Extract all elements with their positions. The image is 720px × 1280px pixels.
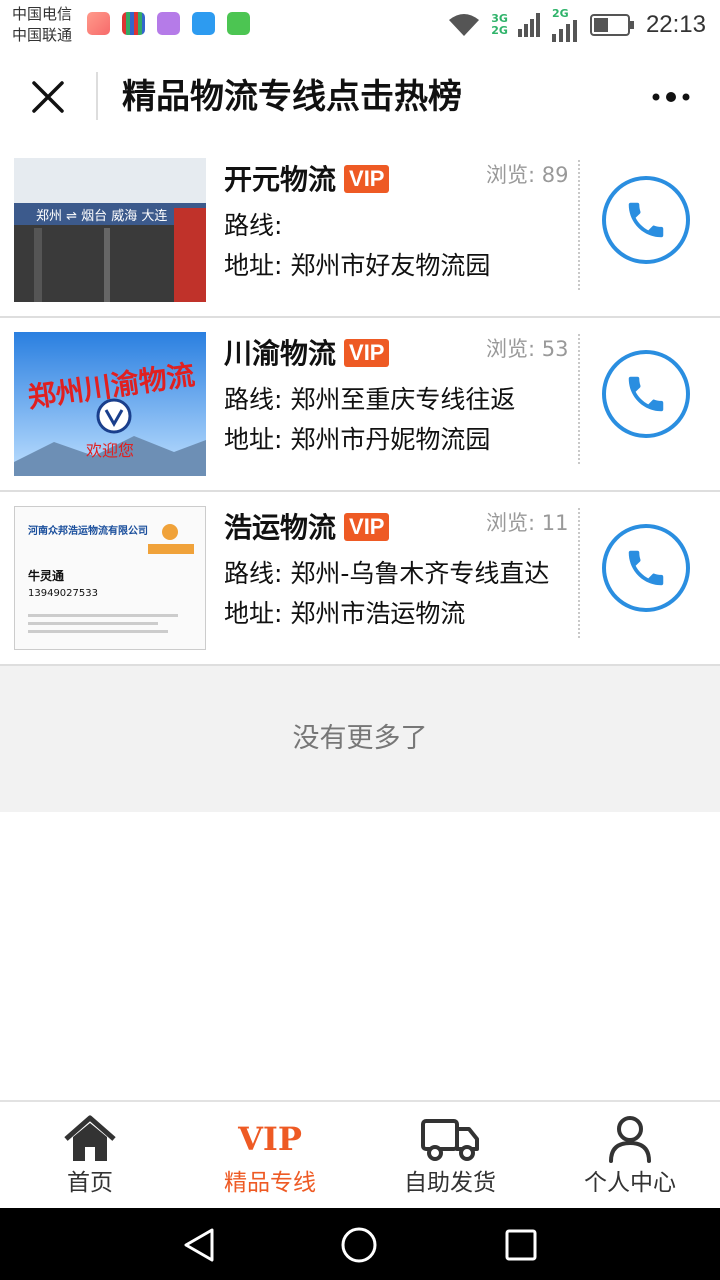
- thumbnail-sign-text: 郑州 ⇌ 烟台 威海 大连: [36, 208, 167, 224]
- thumbnail-phone-text: 13949027533: [28, 588, 98, 599]
- signal-icon: [517, 13, 540, 37]
- thumbnail-person-text: 牛灵通: [28, 568, 64, 583]
- gallery-icon: [157, 12, 180, 35]
- back-triangle-icon: [184, 1228, 214, 1262]
- network-type-right: 2G: [551, 7, 569, 20]
- warehouse-photo: 郑州 ⇌ 烟台 威海 大连: [14, 158, 206, 302]
- route-text: 路线:: [224, 211, 283, 240]
- list-item[interactable]: 河南众邦浩运物流有限公司 牛灵通 13949027533 浩运物流 VIP 浏览:…: [0, 492, 720, 666]
- vip-icon-text: VIP: [238, 1120, 302, 1158]
- bottom-tab-bar: 首页 VIP 精品专线 自助发货 个人中心: [0, 1100, 720, 1208]
- tab-label: 精品专线: [224, 1170, 316, 1196]
- address-text: 地址: 郑州市丹妮物流园: [224, 425, 491, 454]
- signal-icon-2: [551, 20, 577, 42]
- address-text: 地址: 郑州市浩运物流: [224, 599, 466, 628]
- company-name: 浩运物流 VIP: [224, 508, 390, 548]
- logistics-list: 郑州 ⇌ 烟台 威海 大连 开元物流 VIP 浏览: 89 路线: 地址: 郑州市…: [0, 144, 720, 666]
- business-card-image: 河南众邦浩运物流有限公司 牛灵通 13949027533: [14, 506, 206, 650]
- truck-icon: [420, 1114, 480, 1164]
- battery-icon: [589, 14, 634, 36]
- vip-badge: VIP: [344, 513, 390, 541]
- dotted-divider: [578, 334, 580, 464]
- status-bar: 中国电信 中国联通 3G 2G 2G 22:13: [0, 0, 720, 50]
- thumbnail-company-text: 河南众邦浩运物流有限公司: [28, 524, 148, 537]
- close-icon: [32, 81, 64, 113]
- address-text: 地址: 郑州市好友物流园: [224, 251, 491, 280]
- notification-app-icon: [87, 12, 110, 35]
- carrier-2: 中国联通: [12, 26, 73, 44]
- vip-badge: VIP: [344, 165, 390, 193]
- phone-icon: [628, 376, 664, 412]
- status-indicators: 3G 2G 2G 22:13: [447, 6, 706, 44]
- vip-icon: VIP: [238, 1114, 302, 1164]
- company-name: 开元物流 VIP: [224, 160, 390, 200]
- list-item[interactable]: 郑州川渝物流 欢迎您 川渝物流 VIP 浏览: 53 路线: 郑州至重庆专线往返 …: [0, 318, 720, 492]
- company-thumbnail[interactable]: 河南众邦浩运物流有限公司 牛灵通 13949027533: [14, 506, 206, 650]
- title-divider: [96, 72, 98, 120]
- tab-label: 个人中心: [584, 1170, 676, 1196]
- phone-icon: [628, 550, 664, 586]
- chat-app-icon: [227, 12, 250, 35]
- carrier-labels: 中国电信 中国联通: [12, 4, 72, 46]
- thumbnail-welcome-text: 欢迎您: [86, 441, 134, 460]
- nav-back-button[interactable]: [180, 1226, 218, 1264]
- close-button[interactable]: [26, 75, 70, 119]
- video-player-icon: [192, 12, 215, 35]
- call-button[interactable]: [602, 176, 690, 264]
- view-count: 浏览: 53: [486, 337, 569, 361]
- notification-icons: [87, 12, 250, 35]
- tab-profile[interactable]: 个人中心: [540, 1102, 720, 1208]
- tab-label: 自助发货: [404, 1170, 496, 1196]
- recents-square-icon: [505, 1229, 537, 1261]
- carrier-1: 中国电信: [12, 5, 73, 23]
- tab-label: 首页: [67, 1170, 113, 1196]
- title-bar: 精品物流专线点击热榜: [0, 50, 720, 144]
- tab-self-ship[interactable]: 自助发货: [360, 1102, 540, 1208]
- notification-app-icon: [122, 12, 145, 35]
- user-icon: [608, 1114, 652, 1164]
- list-item[interactable]: 郑州 ⇌ 烟台 威海 大连 开元物流 VIP 浏览: 89 路线: 地址: 郑州市…: [0, 144, 720, 318]
- home-circle-icon: [341, 1227, 377, 1263]
- vip-badge: VIP: [344, 339, 390, 367]
- call-button[interactable]: [602, 350, 690, 438]
- company-thumbnail[interactable]: 郑州川渝物流 欢迎您: [14, 332, 206, 476]
- network-type-stack: 3G 2G: [491, 13, 508, 37]
- route-text: 路线: 郑州-乌鲁木齐专线直达: [224, 559, 550, 588]
- route-text: 路线: 郑州至重庆专线往返: [224, 385, 516, 414]
- view-count: 浏览: 89: [486, 163, 569, 187]
- dotted-divider: [578, 508, 580, 638]
- company-name-text: 开元物流: [224, 163, 337, 196]
- no-more-indicator: 没有更多了: [0, 666, 720, 812]
- network-type-right-wrap: 2G: [551, 7, 580, 42]
- tab-vip-lines[interactable]: VIP 精品专线: [180, 1102, 360, 1208]
- page-title: 精品物流专线点击热榜: [122, 77, 462, 117]
- company-name: 川渝物流 VIP: [224, 334, 390, 374]
- company-banner-image: 郑州川渝物流 欢迎您: [14, 332, 206, 476]
- phone-icon: [628, 202, 664, 238]
- system-nav-bar: [0, 1208, 720, 1280]
- company-name-text: 川渝物流: [224, 337, 337, 370]
- network-type-bottom: 2G: [491, 24, 508, 37]
- nav-recents-button[interactable]: [502, 1226, 540, 1264]
- call-button[interactable]: [602, 524, 690, 612]
- more-dots-icon: [652, 92, 690, 102]
- more-options-button[interactable]: [648, 82, 694, 112]
- status-time: 22:13: [645, 11, 706, 38]
- wifi-icon: [449, 14, 480, 36]
- nav-home-button[interactable]: [340, 1226, 378, 1264]
- tab-home[interactable]: 首页: [0, 1102, 180, 1208]
- company-name-text: 浩运物流: [224, 511, 337, 544]
- company-thumbnail[interactable]: 郑州 ⇌ 烟台 威海 大连: [14, 158, 206, 302]
- view-count: 浏览: 11: [486, 511, 569, 535]
- dotted-divider: [578, 160, 580, 290]
- home-icon: [62, 1114, 118, 1164]
